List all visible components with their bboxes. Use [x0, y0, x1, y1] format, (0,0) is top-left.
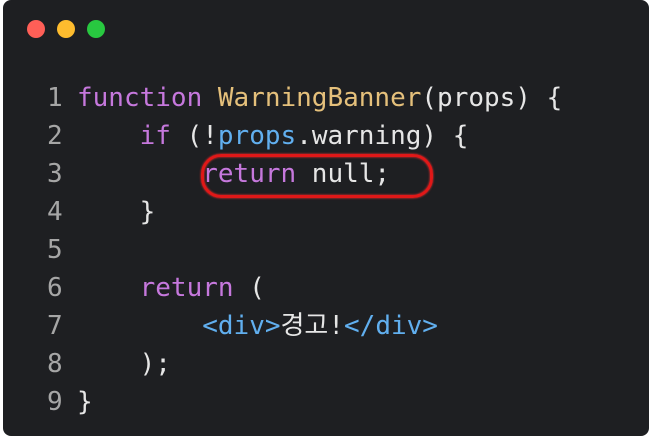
code-text: );: [77, 345, 171, 383]
line-number: 9: [47, 387, 63, 417]
code-text: return (: [77, 269, 265, 307]
code-token: (props) {: [421, 83, 563, 113]
code-token: function: [77, 83, 203, 113]
code-token: <div>: [202, 311, 281, 341]
code-token: }: [77, 387, 93, 417]
code-text: }: [77, 383, 93, 421]
highlight-circle-annotation: [201, 154, 433, 198]
code-text: <div>경고!</div>: [77, 307, 438, 345]
code-text: function WarningBanner(props) {: [77, 79, 562, 117]
code-window: 1 function WarningBanner(props) { 2 if (!p…: [3, 0, 649, 436]
close-window-button[interactable]: [27, 20, 45, 38]
window-titlebar: [3, 0, 649, 58]
line-number: 4: [47, 197, 63, 227]
line-number: 5: [47, 235, 63, 265]
code-token: );: [77, 349, 171, 379]
line-number: 7: [47, 311, 63, 341]
line-number: 6: [47, 273, 63, 303]
maximize-window-button[interactable]: [87, 20, 105, 38]
line-number: 8: [47, 349, 63, 379]
line-number: 2: [47, 121, 63, 151]
line-number: 1: [47, 83, 63, 113]
code-token: props: [217, 121, 297, 151]
code-token: WarningBanner: [217, 83, 422, 113]
code-token: 경고!: [280, 311, 345, 341]
code-token: (: [233, 273, 265, 303]
code-token: </div>: [344, 311, 438, 341]
code-token: return: [139, 273, 234, 303]
code-token: .warning) {: [296, 121, 469, 151]
code-text: if (!props.warning) {: [77, 117, 469, 155]
code-token: if: [139, 121, 171, 151]
code-token: (!: [170, 121, 218, 151]
minimize-window-button[interactable]: [57, 20, 75, 38]
line-number: 3: [47, 159, 63, 189]
code-token: }: [77, 197, 156, 227]
code-text: }: [77, 193, 156, 231]
